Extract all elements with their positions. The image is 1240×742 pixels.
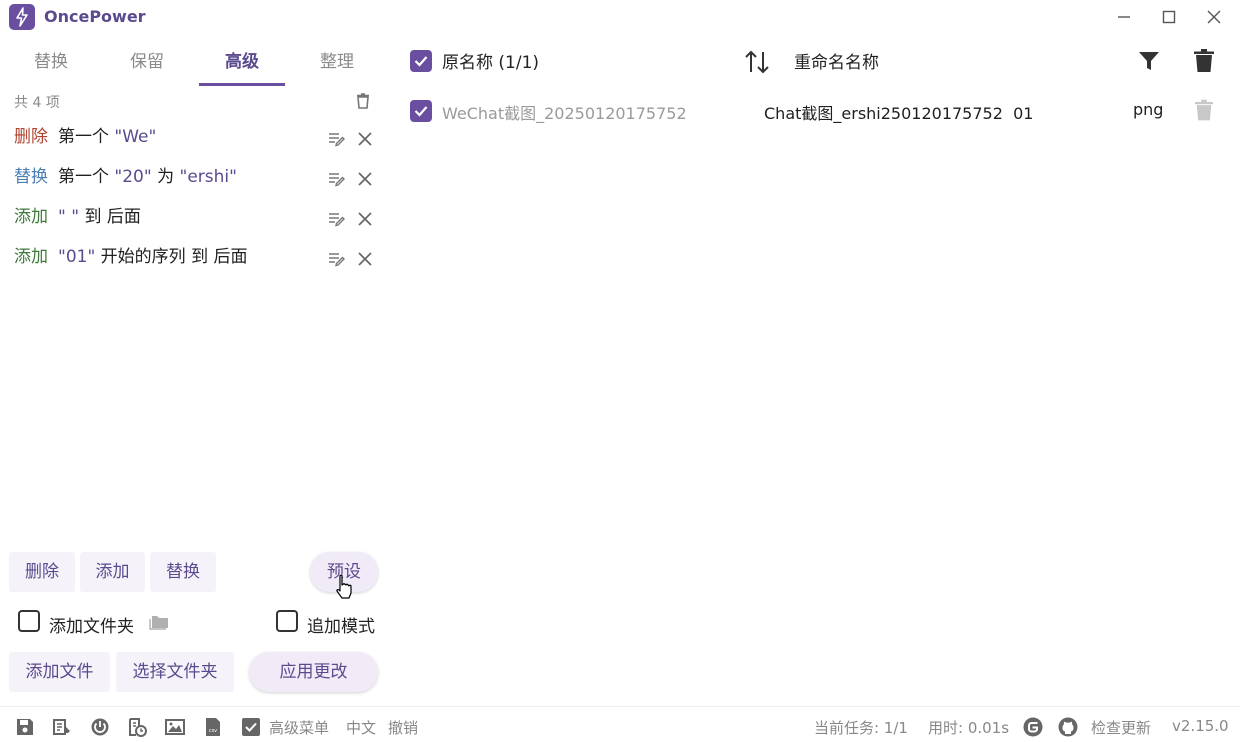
rule-value: "We" bbox=[114, 127, 157, 147]
csv-icon[interactable]: csv bbox=[203, 717, 223, 737]
new-name-header: 重命名名称 bbox=[794, 53, 879, 73]
image-icon[interactable] bbox=[165, 717, 185, 737]
rule-action: 替换 bbox=[14, 167, 48, 187]
rule-text: 为 bbox=[151, 167, 180, 187]
mouse-cursor-icon bbox=[334, 574, 354, 600]
rule-item[interactable]: 添加 " " 到 后面 bbox=[14, 202, 374, 232]
rule-text: 第一个 bbox=[58, 167, 115, 187]
choose-folder-button[interactable]: 选择文件夹 bbox=[116, 652, 234, 692]
version-label: v2.15.0 bbox=[1172, 717, 1229, 735]
advanced-menu-label[interactable]: 高级菜单 bbox=[269, 717, 329, 738]
minimize-button[interactable] bbox=[1112, 5, 1136, 29]
undo-button[interactable]: 撤销 bbox=[388, 717, 418, 738]
svg-text:csv: csv bbox=[209, 728, 217, 734]
remove-rule-icon[interactable] bbox=[356, 128, 374, 146]
app-title: OncePower bbox=[44, 7, 146, 26]
remove-rule-icon[interactable] bbox=[356, 168, 374, 186]
rule-text: 到 后面 bbox=[79, 207, 141, 227]
task-status: 当前任务: 1/1 bbox=[814, 719, 908, 737]
append-mode-label: 追加模式 bbox=[307, 617, 375, 637]
original-name-header: 原名称 (1/1) bbox=[442, 53, 540, 73]
rule-count: 共 4 项 bbox=[14, 95, 60, 111]
tab-organize[interactable]: 整理 bbox=[294, 40, 380, 86]
folder-icon bbox=[148, 612, 170, 630]
edit-rule-icon[interactable] bbox=[328, 248, 346, 267]
maximize-button[interactable] bbox=[1157, 5, 1181, 29]
rule-action: 添加 bbox=[14, 247, 48, 267]
rule-text: 开始的序列 到 后面 bbox=[95, 247, 248, 267]
filter-icon[interactable] bbox=[1138, 50, 1160, 72]
rule-item[interactable]: 替换 第一个 "20" 为 "ershi" bbox=[14, 162, 374, 192]
advanced-menu-checkbox[interactable] bbox=[241, 717, 261, 737]
clear-rules-icon[interactable] bbox=[354, 92, 372, 110]
close-window-button[interactable] bbox=[1202, 5, 1226, 29]
edit-rule-icon[interactable] bbox=[328, 208, 346, 227]
edit-rule-icon[interactable] bbox=[328, 128, 346, 147]
log-icon[interactable] bbox=[52, 717, 72, 737]
select-all-checkbox[interactable] bbox=[410, 50, 432, 72]
status-bar: csv 高级菜单 中文 撤销 当前任务: 1/1 用时: 0.01s 检查更新 … bbox=[0, 706, 1240, 742]
replace-rule-button[interactable]: 替换 bbox=[150, 552, 216, 592]
history-icon[interactable] bbox=[127, 717, 147, 737]
app-logo bbox=[9, 4, 35, 30]
tab-keep[interactable]: 保留 bbox=[104, 40, 190, 86]
add-folder-label: 添加文件夹 bbox=[49, 617, 134, 637]
check-update-link[interactable]: 检查更新 bbox=[1091, 717, 1151, 738]
rule-action: 添加 bbox=[14, 207, 48, 227]
rule-action: 删除 bbox=[14, 127, 48, 147]
language-toggle[interactable]: 中文 bbox=[346, 717, 376, 738]
rule-text: 第一个 bbox=[58, 127, 115, 147]
gitee-icon[interactable] bbox=[1023, 717, 1043, 737]
rule-value: " " bbox=[58, 207, 80, 227]
tab-advanced[interactable]: 高级 bbox=[199, 40, 285, 86]
apply-changes-button[interactable]: 应用更改 bbox=[249, 652, 378, 692]
add-folder-checkbox[interactable] bbox=[18, 610, 40, 632]
file-row-checkbox[interactable] bbox=[410, 100, 432, 122]
file-original-name: WeChat截图_20250120175752 bbox=[442, 104, 687, 123]
sort-icon[interactable] bbox=[743, 48, 771, 76]
rule-value: "ershi" bbox=[179, 167, 237, 187]
remove-rule-icon[interactable] bbox=[356, 248, 374, 266]
delete-all-icon[interactable] bbox=[1194, 49, 1214, 73]
edit-rule-icon[interactable] bbox=[328, 168, 346, 187]
power-icon[interactable] bbox=[90, 717, 110, 737]
append-mode-checkbox[interactable] bbox=[276, 610, 298, 632]
rule-value: "01" bbox=[58, 247, 96, 267]
rule-item[interactable]: 添加 "01" 开始的序列 到 后面 bbox=[14, 242, 374, 272]
save-icon[interactable] bbox=[15, 717, 35, 737]
github-icon[interactable] bbox=[1058, 717, 1078, 737]
file-new-name: Chat截图_ershi250120175752 01 bbox=[764, 104, 1034, 123]
remove-rule-icon[interactable] bbox=[356, 208, 374, 226]
elapsed-time: 用时: 0.01s bbox=[928, 719, 1010, 737]
add-rule-button[interactable]: 添加 bbox=[80, 552, 145, 592]
rule-item[interactable]: 删除 第一个 "We" bbox=[14, 122, 374, 152]
file-extension: png bbox=[1133, 100, 1164, 119]
rule-value: "20" bbox=[114, 167, 152, 187]
add-file-button[interactable]: 添加文件 bbox=[9, 652, 110, 692]
tab-replace[interactable]: 替换 bbox=[8, 40, 94, 86]
title-bar: OncePower bbox=[0, 0, 1240, 34]
delete-rule-button[interactable]: 删除 bbox=[9, 552, 75, 592]
delete-file-icon[interactable] bbox=[1195, 99, 1213, 122]
tab-bar: 替换 保留 高级 整理 bbox=[8, 40, 384, 86]
